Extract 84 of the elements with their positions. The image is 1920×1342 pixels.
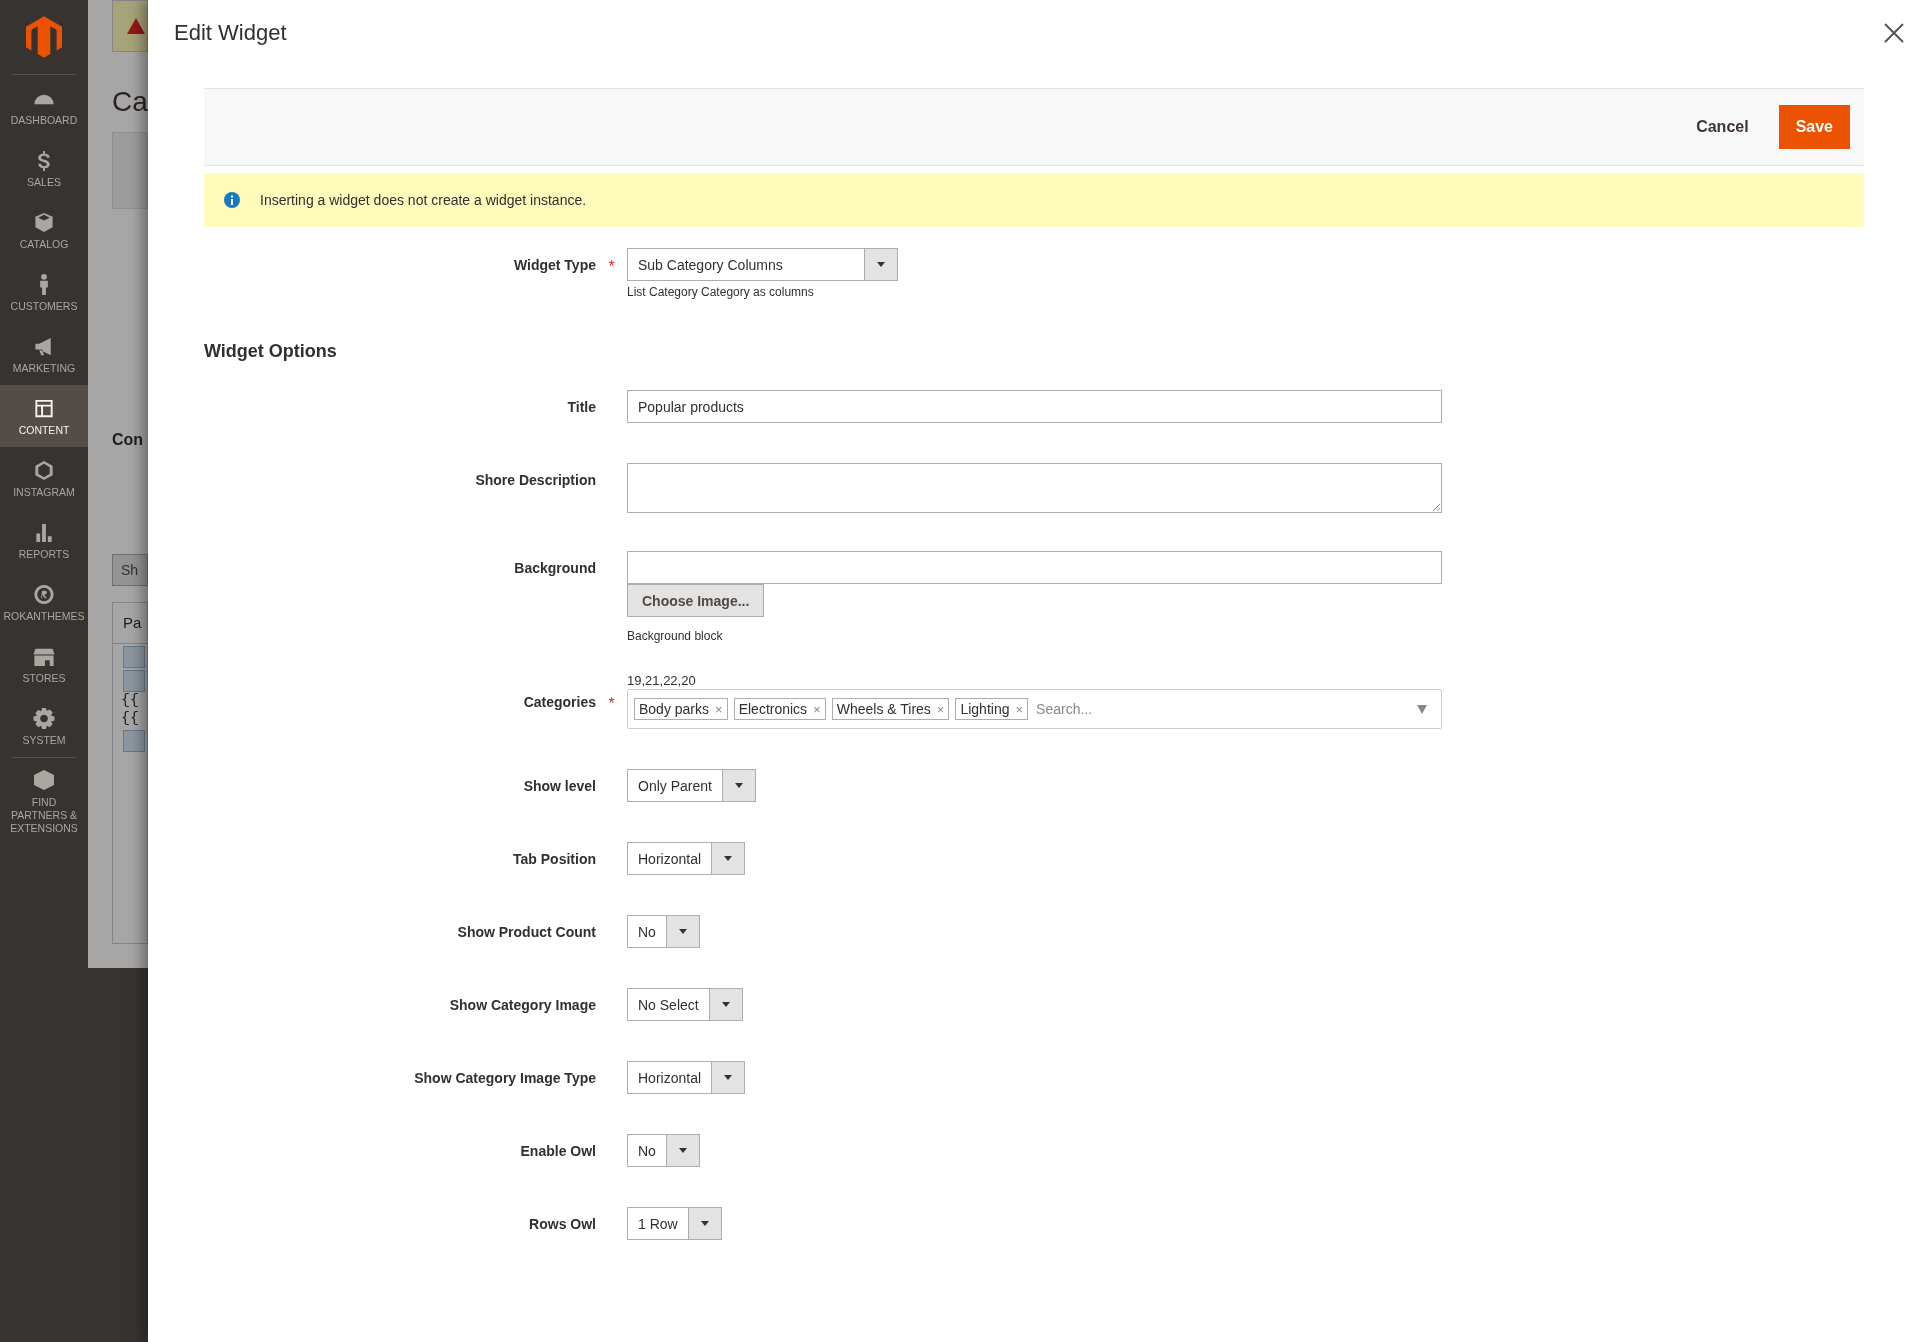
remove-button[interactable]: × — [936, 701, 945, 717]
toolbar-icon[interactable] — [123, 646, 145, 668]
field-note: Background block — [627, 629, 724, 643]
emblem-icon — [32, 583, 56, 606]
field-label: Show Category Image Type — [414, 1069, 596, 1086]
text-area[interactable] — [627, 463, 1442, 513]
field-label: Rows Owl — [529, 1215, 596, 1232]
field-label: Title — [567, 398, 596, 415]
required-mark: * — [607, 693, 616, 713]
text-field[interactable]: Popular products — [627, 390, 1442, 423]
caret-icon — [678, 929, 687, 934]
notice-text: Inserting a widget does not create a widget instance. — [260, 192, 587, 208]
widget-type-select[interactable]: Sub Category Columns — [627, 248, 898, 281]
logo-icon — [26, 16, 62, 58]
resize-handle-icon[interactable] — [1432, 503, 1440, 511]
sidebar-item[interactable]: MARKETING — [0, 323, 88, 385]
caret-icon — [877, 262, 885, 267]
caret-icon — [700, 1221, 709, 1226]
page-button[interactable]: Sh — [112, 554, 148, 586]
hexagon-icon — [32, 459, 56, 482]
caret-icon — [734, 783, 743, 788]
caret-icon — [721, 1002, 730, 1007]
sidebar-item[interactable]: FIND PARTNERS & EXTENSIONS — [0, 758, 88, 845]
sidebar-item[interactable]: DASHBOARD — [0, 75, 88, 137]
dropdown-select[interactable]: No Select — [627, 988, 743, 1021]
remove-button[interactable]: × — [813, 701, 821, 717]
category-tag[interactable]: Wheels & Tires × — [831, 698, 950, 720]
remove-button[interactable]: × — [1015, 701, 1024, 717]
code-line: {{ — [120, 710, 140, 728]
sidebar-item[interactable]: STORES — [0, 633, 88, 695]
info-icon — [224, 192, 240, 208]
field-label: Enable Owl — [520, 1142, 596, 1159]
layout-icon — [32, 397, 56, 420]
block-icon — [32, 768, 56, 792]
page-heading: Ca — [112, 86, 148, 118]
dropdown-select[interactable]: Only Parent — [627, 769, 756, 802]
warning-icon — [127, 18, 145, 34]
category-tag[interactable]: Lighting × — [955, 698, 1029, 720]
field-note: List Category Category as columns — [627, 285, 815, 299]
sidebar-item[interactable]: SALES — [0, 137, 88, 199]
dropdown-select[interactable]: Horizontal — [627, 842, 746, 875]
caret-icon — [678, 1148, 687, 1153]
cancel-button[interactable]: Cancel — [1682, 108, 1763, 146]
section-title: Con — [112, 431, 144, 449]
sidebar-item[interactable]: INSTAGRAM — [0, 447, 88, 509]
field-label: Show level — [523, 777, 596, 794]
sidebar-item[interactable]: REPORTS — [0, 509, 88, 571]
toolbar-icon[interactable] — [123, 670, 145, 692]
caret-icon — [724, 856, 733, 861]
category-tag[interactable]: Electronics × — [733, 698, 826, 720]
field-label: Widget Type — [513, 256, 596, 273]
sidebar-item[interactable]: CATALOG — [0, 199, 88, 261]
sidebar-item[interactable]: CUSTOMERS — [0, 261, 88, 323]
choose-image-button[interactable]: Choose Image... — [627, 584, 765, 617]
editor-tab[interactable]: Pa — [113, 603, 147, 644]
field-label: Tab Position — [513, 850, 596, 867]
close-icon[interactable] — [1884, 23, 1904, 43]
sidebar-item[interactable]: ROKANTHEMES — [0, 571, 88, 633]
sidebar-item[interactable]: SYSTEM — [0, 695, 88, 757]
category-tag[interactable]: Body parks × — [634, 698, 728, 720]
caret-icon — [724, 1075, 733, 1080]
code-line: {{ — [120, 692, 140, 710]
required-mark: * — [607, 256, 616, 276]
field-label: Show Category Image — [449, 996, 596, 1013]
remove-button[interactable]: × — [715, 701, 723, 717]
dropdown-select[interactable]: 1 Row — [627, 1207, 722, 1240]
category-multiselect[interactable]: Body parks × Electronics × Wheels & Tires × Lighting × Search... — [627, 689, 1442, 729]
caret-icon[interactable] — [1417, 704, 1427, 714]
field-label: Shore Description — [475, 471, 596, 488]
section-heading: Widget Options — [204, 341, 338, 362]
modal-title: Edit Widget — [174, 20, 287, 46]
dropdown-select[interactable]: No — [627, 915, 700, 948]
selected-ids: 19,21,22,20 — [627, 673, 697, 689]
sidebar-item[interactable]: CONTENT — [0, 385, 88, 447]
field-label: Show Product Count — [457, 923, 596, 940]
field-label: Background — [514, 559, 596, 576]
text-field[interactable] — [627, 551, 1442, 584]
toolbar-icon[interactable] — [123, 730, 145, 752]
save-button[interactable]: Save — [1778, 105, 1850, 149]
dropdown-select[interactable]: No — [627, 1134, 700, 1167]
settings-icon — [32, 707, 56, 730]
box-icon — [32, 211, 56, 234]
field-label: Categories — [523, 693, 596, 710]
dropdown-select[interactable]: Horizontal — [627, 1061, 746, 1094]
